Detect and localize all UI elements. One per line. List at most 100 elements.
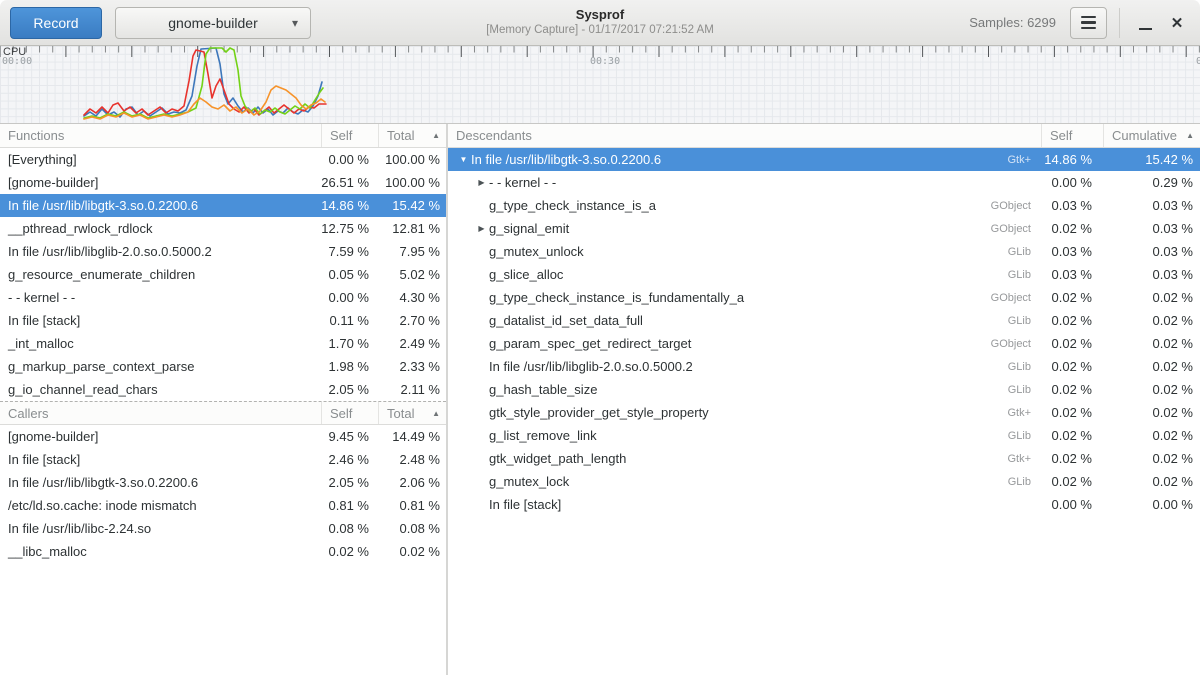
- functions-column-header[interactable]: Functions: [0, 124, 321, 147]
- descendant-row[interactable]: gtk_widget_path_lengthGtk+0.02 %0.02 %: [448, 447, 1200, 470]
- descendant-self: 0.02 %: [1041, 313, 1103, 328]
- caller-row[interactable]: /etc/ld.so.cache: inode mismatch0.81 %0.…: [0, 494, 446, 517]
- caller-row[interactable]: In file /usr/lib/libgtk-3.so.0.2200.62.0…: [0, 471, 446, 494]
- function-row[interactable]: In file /usr/lib/libgtk-3.so.0.2200.614.…: [0, 194, 446, 217]
- chevron-down-icon: ▾: [292, 16, 298, 30]
- caller-row[interactable]: In file /usr/lib/libc-2.24.so0.08 %0.08 …: [0, 517, 446, 540]
- function-row-self: 2.05 %: [321, 382, 378, 397]
- descendant-name-cell: g_hash_table_sizeGLib: [448, 382, 1041, 397]
- descendant-cumulative: 0.02 %: [1103, 290, 1200, 305]
- caller-row-name: In file /usr/lib/libc-2.24.so: [0, 521, 321, 536]
- function-row-name: g_markup_parse_context_parse: [0, 359, 321, 374]
- descendant-name-cell: g_type_check_instance_is_fundamentally_a…: [448, 290, 1041, 305]
- function-row[interactable]: g_markup_parse_context_parse1.98 %2.33 %: [0, 355, 446, 378]
- library-tag: GObject: [991, 292, 1041, 304]
- expander-closed-icon[interactable]: ▶: [474, 224, 489, 233]
- library-tag: GLib: [1008, 269, 1041, 281]
- function-row[interactable]: [Everything]0.00 %100.00 %: [0, 148, 446, 171]
- descendant-cumulative: 15.42 %: [1103, 152, 1200, 167]
- descendants-cumulative-column-header[interactable]: Cumulative ▲: [1103, 124, 1200, 147]
- minimize-button[interactable]: [1132, 7, 1158, 39]
- caller-row-self: 0.08 %: [321, 521, 378, 536]
- library-tag: GLib: [1008, 246, 1041, 258]
- cpu-usage-graph[interactable]: CPU 00:0000:3001:00: [0, 46, 1200, 124]
- function-row[interactable]: _int_malloc1.70 %2.49 %: [0, 332, 446, 355]
- caller-row-total: 2.06 %: [378, 475, 446, 490]
- descendant-row[interactable]: ▼In file /usr/lib/libgtk-3.so.0.2200.6Gt…: [448, 148, 1200, 171]
- function-row-self: 14.86 %: [321, 198, 378, 213]
- descendant-cumulative: 0.00 %: [1103, 497, 1200, 512]
- library-tag: GObject: [991, 338, 1041, 350]
- descendant-row[interactable]: g_hash_table_sizeGLib0.02 %0.02 %: [448, 378, 1200, 401]
- descendant-name: g_slice_alloc: [489, 267, 563, 282]
- caller-row[interactable]: __libc_malloc0.02 %0.02 %: [0, 540, 446, 563]
- descendant-row[interactable]: g_mutex_unlockGLib0.03 %0.03 %: [448, 240, 1200, 263]
- caller-row[interactable]: [gnome-builder]9.45 %14.49 %: [0, 425, 446, 448]
- function-row[interactable]: In file /usr/lib/libglib-2.0.so.0.5000.2…: [0, 240, 446, 263]
- descendant-row[interactable]: g_list_remove_linkGLib0.02 %0.02 %: [448, 424, 1200, 447]
- expander-closed-icon[interactable]: ▶: [474, 178, 489, 187]
- functions-total-column-header[interactable]: Total ▲: [378, 124, 446, 147]
- descendants-column-header[interactable]: Descendants: [448, 124, 1041, 147]
- descendant-row[interactable]: g_datalist_id_set_data_fullGLib0.02 %0.0…: [448, 309, 1200, 332]
- hamburger-icon: [1081, 16, 1096, 19]
- descendant-name: g_signal_emit: [489, 221, 569, 236]
- function-row[interactable]: - - kernel - -0.00 %4.30 %: [0, 286, 446, 309]
- function-row-name: g_resource_enumerate_children: [0, 267, 321, 282]
- functions-self-column-header[interactable]: Self: [321, 124, 378, 147]
- library-tag: GLib: [1008, 315, 1041, 327]
- callers-self-column-header[interactable]: Self: [321, 402, 378, 424]
- function-row-name: In file /usr/lib/libglib-2.0.so.0.5000.2: [0, 244, 321, 259]
- close-button[interactable]: ✕: [1164, 7, 1190, 39]
- descendant-name-cell: In file /usr/lib/libglib-2.0.so.0.5000.2…: [448, 359, 1041, 374]
- descendants-self-column-header[interactable]: Self: [1041, 124, 1103, 147]
- descendant-row[interactable]: g_type_check_instance_is_aGObject0.03 %0…: [448, 194, 1200, 217]
- descendant-self: 14.86 %: [1041, 152, 1103, 167]
- callers-column-header[interactable]: Callers: [0, 402, 321, 424]
- caller-row-total: 0.81 %: [378, 498, 446, 513]
- descendant-name-cell: g_datalist_id_set_data_fullGLib: [448, 313, 1041, 328]
- process-selector-label: gnome-builder: [168, 15, 258, 31]
- minimize-icon: [1139, 28, 1152, 31]
- descendant-name-cell: g_param_spec_get_redirect_targetGObject: [448, 336, 1041, 351]
- descendant-row[interactable]: g_param_spec_get_redirect_targetGObject0…: [448, 332, 1200, 355]
- process-selector-dropdown[interactable]: gnome-builder ▾: [115, 7, 311, 39]
- descendant-name: g_hash_table_size: [489, 382, 597, 397]
- function-row-total: 2.33 %: [378, 359, 446, 374]
- function-row[interactable]: g_io_channel_read_chars2.05 %2.11 %: [0, 378, 446, 401]
- caller-row-name: In file [stack]: [0, 452, 321, 467]
- function-row-name: g_io_channel_read_chars: [0, 382, 321, 397]
- descendant-row[interactable]: gtk_style_provider_get_style_propertyGtk…: [448, 401, 1200, 424]
- callers-total-column-header[interactable]: Total ▲: [378, 402, 446, 424]
- caller-row[interactable]: In file [stack]2.46 %2.48 %: [0, 448, 446, 471]
- caller-row-total: 0.02 %: [378, 544, 446, 559]
- descendant-self: 0.02 %: [1041, 336, 1103, 351]
- descendant-row[interactable]: g_slice_allocGLib0.03 %0.03 %: [448, 263, 1200, 286]
- library-tag: GLib: [1008, 430, 1041, 442]
- function-row[interactable]: In file [stack]0.11 %2.70 %: [0, 309, 446, 332]
- function-row-self: 0.05 %: [321, 267, 378, 282]
- library-tag: Gtk+: [1007, 154, 1041, 166]
- function-row-name: [gnome-builder]: [0, 175, 321, 190]
- expander-open-icon[interactable]: ▼: [456, 155, 471, 164]
- time-axis-label: 01:00: [1196, 56, 1200, 67]
- function-row[interactable]: __pthread_rwlock_rdlock12.75 %12.81 %: [0, 217, 446, 240]
- caller-row-name: /etc/ld.so.cache: inode mismatch: [0, 498, 321, 513]
- functions-table-body: [Everything]0.00 %100.00 %[gnome-builder…: [0, 148, 446, 401]
- record-button[interactable]: Record: [10, 7, 102, 39]
- left-pane: Functions Self Total ▲ [Everything]0.00 …: [0, 124, 448, 675]
- descendant-self: 0.00 %: [1041, 175, 1103, 190]
- descendant-row[interactable]: ▶- - kernel - -0.00 %0.29 %: [448, 171, 1200, 194]
- descendant-row[interactable]: In file [stack]0.00 %0.00 %: [448, 493, 1200, 516]
- descendant-row[interactable]: In file /usr/lib/libglib-2.0.so.0.5000.2…: [448, 355, 1200, 378]
- function-row-total: 15.42 %: [378, 198, 446, 213]
- function-row[interactable]: [gnome-builder]26.51 %100.00 %: [0, 171, 446, 194]
- descendant-name: g_mutex_unlock: [489, 244, 584, 259]
- hamburger-menu-button[interactable]: [1070, 7, 1107, 39]
- function-row-self: 7.59 %: [321, 244, 378, 259]
- page-title: Sysprof: [486, 7, 714, 23]
- descendant-row[interactable]: g_mutex_lockGLib0.02 %0.02 %: [448, 470, 1200, 493]
- function-row[interactable]: g_resource_enumerate_children0.05 %5.02 …: [0, 263, 446, 286]
- descendant-row[interactable]: ▶g_signal_emitGObject0.02 %0.03 %: [448, 217, 1200, 240]
- descendant-row[interactable]: g_type_check_instance_is_fundamentally_a…: [448, 286, 1200, 309]
